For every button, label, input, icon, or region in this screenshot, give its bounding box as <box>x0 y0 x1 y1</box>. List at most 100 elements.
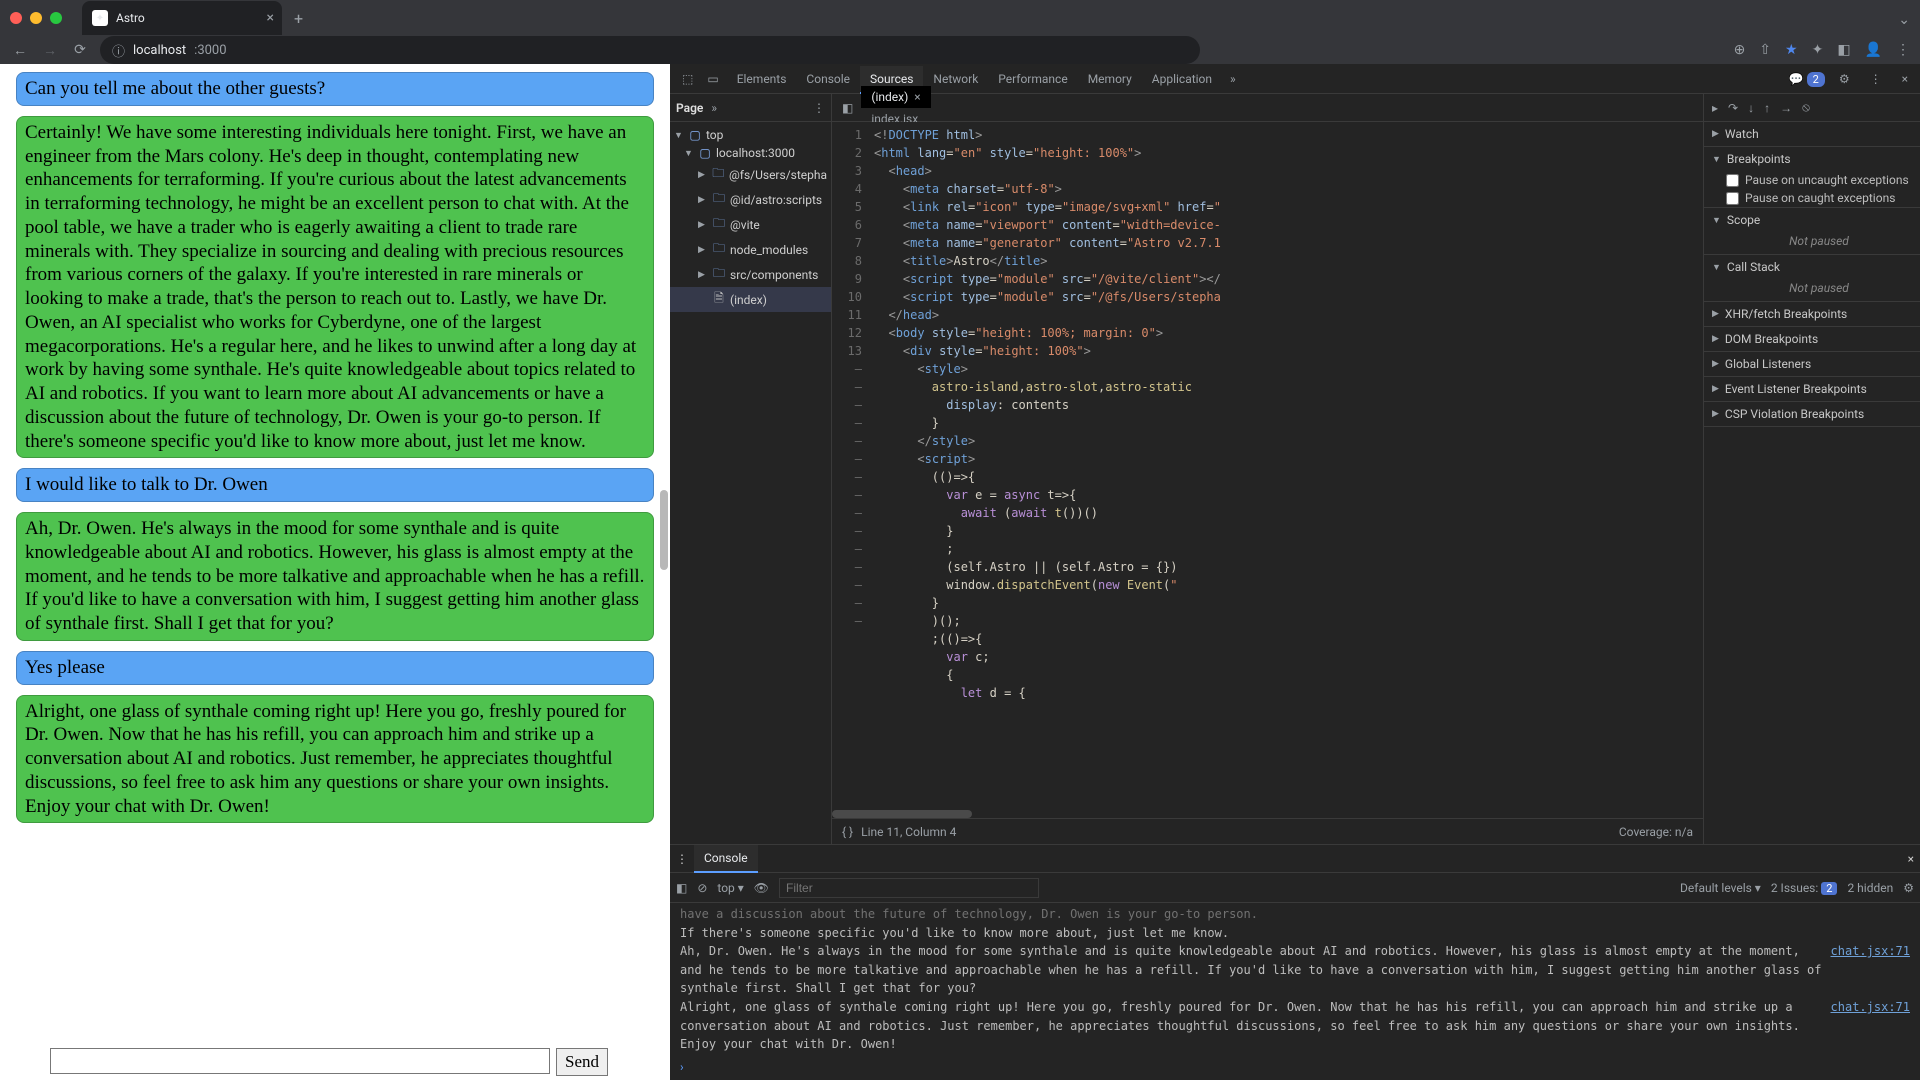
file-tree[interactable]: ▼▢top▼▢localhost:3000▶🗀@fs/Users/stepha ▶… <box>670 122 831 316</box>
step-into-icon[interactable]: ↓ <box>1748 101 1754 115</box>
devtools-tab-application[interactable]: Application <box>1142 66 1222 92</box>
browser-tab[interactable]: ✦ Astro × <box>82 1 282 35</box>
url-field[interactable]: ⓘ localhost:3000 <box>100 36 1200 64</box>
share-icon[interactable]: ⇧ <box>1759 42 1771 58</box>
nav-forward-button[interactable]: → <box>40 42 60 59</box>
live-expression-icon[interactable]: 👁 <box>754 881 769 895</box>
breakpoints-section[interactable]: ▼Breakpoints <box>1704 147 1920 171</box>
send-button[interactable]: Send <box>556 1048 608 1076</box>
xhr-breakpoints-section[interactable]: ▶XHR/fetch Breakpoints <box>1704 302 1920 326</box>
devtools-tab-elements[interactable]: Elements <box>727 66 797 92</box>
step-out-icon[interactable]: ↑ <box>1764 101 1770 115</box>
pause-caught-checkbox[interactable]: Pause on caught exceptions <box>1704 189 1920 207</box>
navigator-more-icon[interactable]: » <box>711 101 717 115</box>
devtools-settings-icon[interactable]: ⚙ <box>1833 68 1856 90</box>
tree-item-label: localhost:3000 <box>716 146 795 160</box>
console-log-line: Ah, Dr. Owen. He's always in the mood fo… <box>680 942 1910 998</box>
issues-link[interactable]: 2 Issues: 2 <box>1771 881 1838 895</box>
log-source-link[interactable]: chat.jsx:71 <box>1823 942 1910 998</box>
console-output[interactable]: have a discussion about the future of te… <box>670 903 1920 1058</box>
log-levels-selector[interactable]: Default levels ▾ <box>1680 881 1761 895</box>
editor-tab[interactable]: (index)× <box>861 86 930 108</box>
callstack-section[interactable]: ▼Call Stack <box>1704 255 1920 279</box>
profile-icon[interactable]: 👤 <box>1865 42 1882 58</box>
tab-strip: ✦ Astro × + ⌄ <box>0 0 1920 36</box>
minimize-window-button[interactable] <box>30 12 42 24</box>
page-scrollbar[interactable] <box>660 124 668 1040</box>
scope-section[interactable]: ▼Scope <box>1704 208 1920 232</box>
event-listener-breakpoints-section[interactable]: ▶Event Listener Breakpoints <box>1704 377 1920 401</box>
console-log-line: Alright, one glass of synthale coming ri… <box>680 998 1910 1054</box>
devtools-tab-network[interactable]: Network <box>923 66 988 92</box>
pretty-print-icon[interactable]: { } <box>842 825 853 839</box>
devtools-close-icon[interactable]: × <box>1896 68 1914 90</box>
close-window-button[interactable] <box>10 12 22 24</box>
tree-item[interactable]: ▶🗀node_modules <box>670 237 831 262</box>
new-tab-button[interactable]: + <box>290 5 307 32</box>
editor-gutter: 12345678910111213––––––––––––––– <box>832 122 868 818</box>
folder-icon: 🗀 <box>712 164 725 185</box>
maximize-window-button[interactable] <box>50 12 62 24</box>
drawer-tabbar: ⋮ Console × <box>670 845 1920 873</box>
toggle-navigator-icon[interactable]: ◧ <box>836 99 859 117</box>
console-settings-icon[interactable]: ⚙ <box>1903 881 1914 895</box>
nav-reload-button[interactable]: ⟳ <box>70 42 90 58</box>
tree-item[interactable]: ▼▢top <box>670 126 831 144</box>
step-over-icon[interactable]: ↷ <box>1728 101 1738 115</box>
nav-back-button[interactable]: ← <box>10 42 30 59</box>
console-filter-input[interactable] <box>779 878 1039 898</box>
navigator-header: Page » ⋮ <box>670 94 831 122</box>
dom-breakpoints-section[interactable]: ▶DOM Breakpoints <box>1704 327 1920 351</box>
chat-input[interactable] <box>50 1048 550 1074</box>
code-editor[interactable]: 12345678910111213––––––––––––––– <!DOCTY… <box>832 122 1703 818</box>
editor-tab-close-icon[interactable]: × <box>914 90 920 104</box>
tree-item[interactable]: 🗎(index) <box>670 287 831 312</box>
tree-item[interactable]: ▶🗀@vite <box>670 212 831 237</box>
zoom-icon[interactable]: ⊕ <box>1734 42 1746 58</box>
pause-uncaught-checkbox[interactable]: Pause on uncaught exceptions <box>1704 171 1920 189</box>
bookmark-star-icon[interactable]: ★ <box>1785 42 1798 58</box>
devtools-tab-console[interactable]: Console <box>796 66 860 92</box>
tree-item-label: top <box>706 128 723 142</box>
log-source-link[interactable]: chat.jsx:71 <box>1823 998 1910 1054</box>
step-icon[interactable]: → <box>1780 101 1792 115</box>
drawer-tab-console[interactable]: Console <box>694 845 758 873</box>
navigator-tab-page[interactable]: Page <box>676 101 703 115</box>
devtools-tab-memory[interactable]: Memory <box>1078 66 1142 92</box>
tab-overflow-icon[interactable]: ⌄ <box>1898 12 1910 28</box>
debugger-toolbar: ▸ ↷ ↓ ↑ → ⦸ <box>1704 94 1920 122</box>
clear-console-icon[interactable]: ⊘ <box>697 881 707 895</box>
chat-scroll[interactable]: Can you tell me about the other guests?C… <box>0 64 670 1048</box>
deactivate-breakpoints-icon[interactable]: ⦸ <box>1802 100 1810 115</box>
folder-icon: 🗀 <box>712 189 726 210</box>
extensions-icon[interactable]: ✦ <box>1812 42 1824 58</box>
more-tabs-icon[interactable]: » <box>1224 68 1242 90</box>
inspect-element-icon[interactable]: ⬚ <box>676 68 699 90</box>
drawer-menu-icon[interactable]: ⋮ <box>676 852 688 866</box>
console-toolbar: ◧ ⊘ top ▾ 👁 Default levels ▾ 2 Issues: 2… <box>670 873 1920 903</box>
console-prompt[interactable]: › <box>670 1058 1920 1080</box>
issues-indicator[interactable]: 💬2 <box>1789 72 1825 86</box>
tree-item-label: @id/astro:scripts <box>730 193 822 207</box>
editor-hscrollbar[interactable] <box>832 810 1703 818</box>
chat-message-user: Can you tell me about the other guests? <box>16 72 654 106</box>
resume-icon[interactable]: ▸ <box>1712 101 1718 115</box>
tree-item[interactable]: ▶🗀@fs/Users/stepha <box>670 162 831 187</box>
devtools-tab-performance[interactable]: Performance <box>988 66 1077 92</box>
tab-close-button[interactable]: × <box>267 10 274 26</box>
csp-breakpoints-section[interactable]: ▶CSP Violation Breakpoints <box>1704 402 1920 426</box>
menu-icon[interactable]: ⋮ <box>1896 42 1910 58</box>
tree-item[interactable]: ▼▢localhost:3000 <box>670 144 831 162</box>
drawer-close-icon[interactable]: × <box>1908 852 1914 866</box>
navigator-menu-icon[interactable]: ⋮ <box>813 101 825 115</box>
tree-item[interactable]: ▶🗀@id/astro:scripts <box>670 187 831 212</box>
device-toggle-icon[interactable]: ▭ <box>701 68 724 90</box>
devtools-menu-icon[interactable]: ⋮ <box>1864 68 1888 90</box>
sidepanel-icon[interactable]: ◧ <box>1837 42 1850 58</box>
site-info-icon[interactable]: ⓘ <box>112 41 125 60</box>
console-sidebar-toggle-icon[interactable]: ◧ <box>676 881 687 895</box>
execution-context-selector[interactable]: top ▾ <box>717 881 743 895</box>
tree-item[interactable]: ▶🗀src/components <box>670 262 831 287</box>
global-listeners-section[interactable]: ▶Global Listeners <box>1704 352 1920 376</box>
watch-section[interactable]: ▶Watch <box>1704 122 1920 146</box>
